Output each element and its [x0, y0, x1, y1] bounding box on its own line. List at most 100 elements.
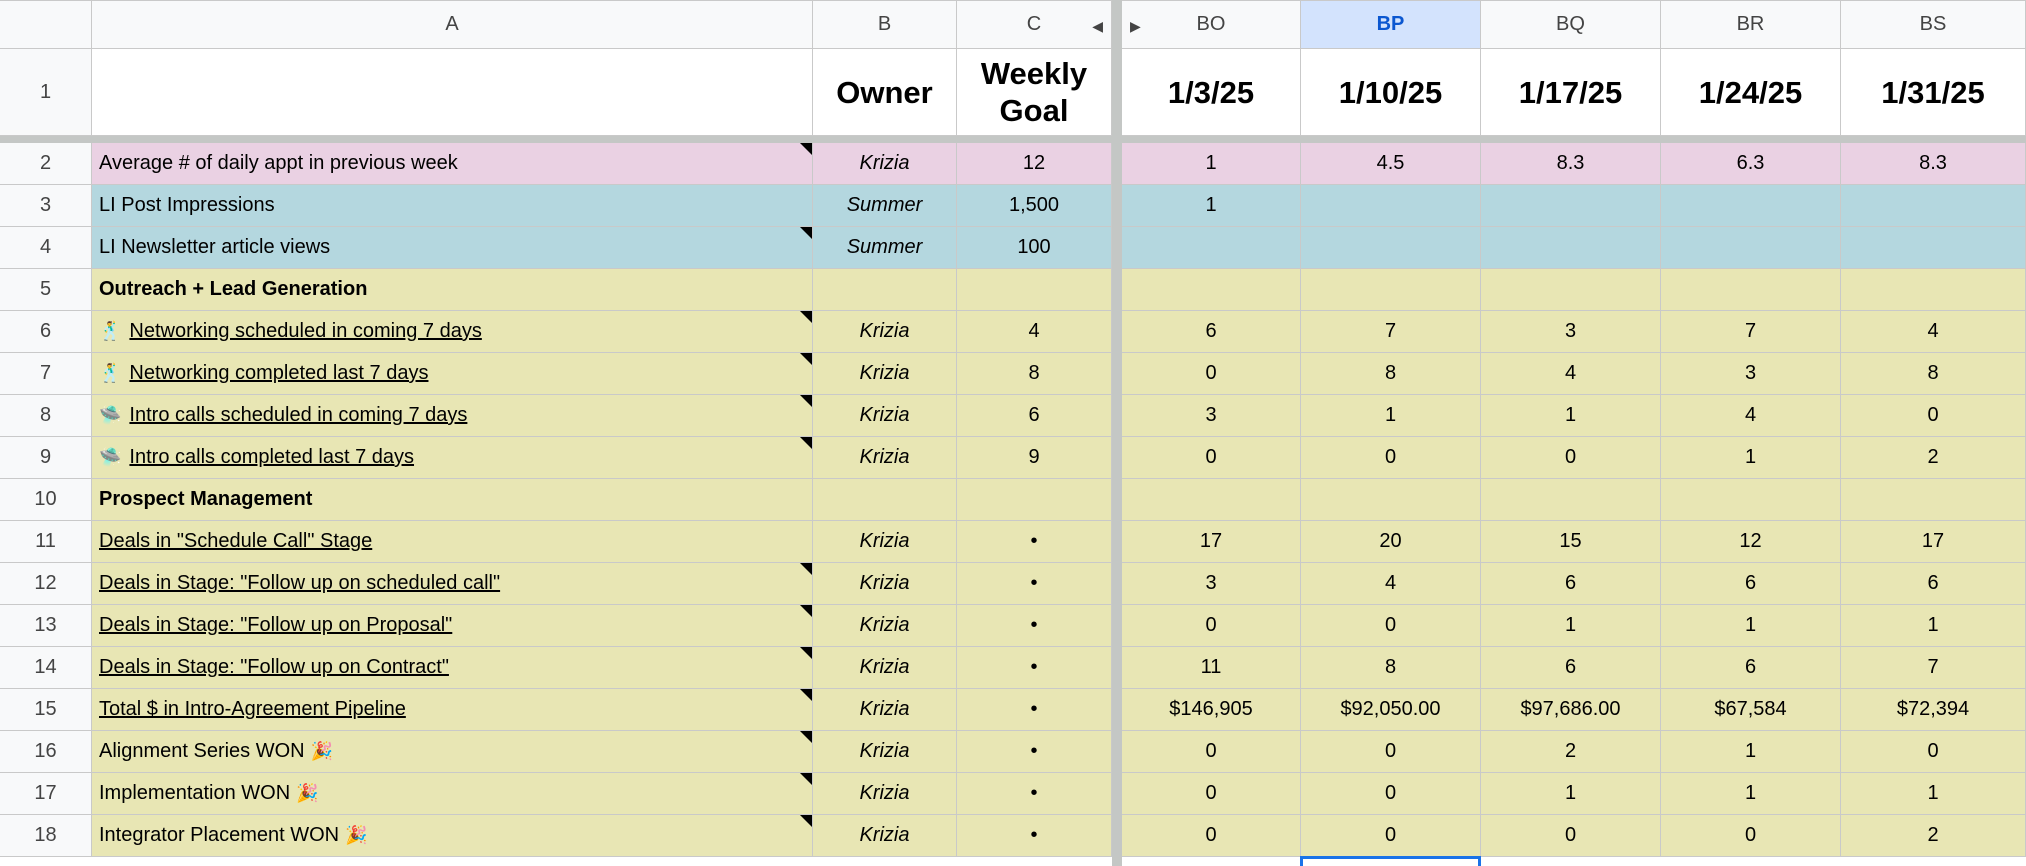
row-number[interactable]: 7 — [0, 353, 92, 395]
spreadsheet-grid[interactable]: A B C ◀ ▶ BO BP BQ BR BS 1 Owner Weekly Go… — [0, 0, 2026, 866]
week-value-cell[interactable]: 3 — [1122, 563, 1301, 605]
row-number[interactable]: 1 — [0, 49, 92, 136]
week-value-cell[interactable]: 1 — [1481, 605, 1661, 647]
week-value-cell[interactable]: 7 — [1301, 311, 1481, 353]
column-header-br[interactable]: BR — [1661, 0, 1841, 49]
metric-cell[interactable]: Integrator Placement WON 🎉 — [92, 815, 813, 857]
week-value-cell[interactable] — [1841, 227, 2026, 269]
metric-cell[interactable]: Total $ in Intro-Agreement Pipeline — [92, 689, 813, 731]
column-header-bp[interactable]: BP — [1301, 0, 1481, 49]
week-value-cell[interactable]: 0 — [1481, 437, 1661, 479]
week-value-cell[interactable] — [1661, 185, 1841, 227]
metric-cell[interactable]: Deals in Stage: "Follow up on Proposal" — [92, 605, 813, 647]
row-number[interactable]: 17 — [0, 773, 92, 815]
week-value-cell[interactable]: 3 — [1661, 353, 1841, 395]
week-value-cell[interactable]: 6 — [1481, 647, 1661, 689]
week-value-cell[interactable]: 8.3 — [1841, 143, 2026, 185]
owner-cell[interactable]: Krizia — [813, 353, 957, 395]
week-value-cell[interactable]: 20 — [1301, 521, 1481, 563]
week-value-cell[interactable]: 0 — [1122, 437, 1301, 479]
owner-cell[interactable]: Krizia — [813, 395, 957, 437]
frozen-column-divider[interactable] — [1112, 0, 1122, 866]
owner-cell[interactable]: Krizia — [813, 143, 957, 185]
week-value-cell[interactable]: 0 — [1301, 815, 1481, 857]
week-value-cell[interactable]: 8.3 — [1481, 143, 1661, 185]
metric-cell[interactable]: 🛸 Intro calls completed last 7 days — [92, 437, 813, 479]
owner-cell[interactable]: Krizia — [813, 773, 957, 815]
week-value-cell[interactable]: 17 — [1841, 521, 2026, 563]
select-all-corner[interactable] — [0, 0, 92, 49]
week-value-cell[interactable]: $146,905 — [1122, 689, 1301, 731]
week-value-cell[interactable] — [1481, 185, 1661, 227]
metric-cell[interactable]: Average # of daily appt in previous week — [92, 143, 813, 185]
week-value-cell[interactable] — [1481, 479, 1661, 521]
metric-label[interactable]: Deals in Stage: "Follow up on Contract" — [99, 656, 449, 679]
weekly-goal-cell[interactable]: • — [957, 563, 1112, 605]
week-value-cell[interactable]: 3 — [1122, 395, 1301, 437]
week-value-cell[interactable]: 7 — [1841, 647, 2026, 689]
week-value-cell[interactable]: 1 — [1841, 605, 2026, 647]
week-value-cell[interactable] — [1661, 479, 1841, 521]
weekly-goal-cell[interactable]: 6 — [957, 395, 1112, 437]
week-value-cell[interactable]: 1 — [1661, 731, 1841, 773]
week-value-cell[interactable]: 1 — [1661, 437, 1841, 479]
owner-cell[interactable]: Summer — [813, 227, 957, 269]
weekly-goal-cell[interactable]: • — [957, 773, 1112, 815]
metric-cell[interactable]: Deals in Stage: "Follow up on Contract" — [92, 647, 813, 689]
week-value-cell[interactable] — [1122, 227, 1301, 269]
metric-cell[interactable]: Alignment Series WON 🎉 — [92, 731, 813, 773]
week-value-cell[interactable]: 6 — [1122, 311, 1301, 353]
weekly-goal-cell[interactable]: • — [957, 605, 1112, 647]
row-number[interactable]: 15 — [0, 689, 92, 731]
weekly-goal-cell[interactable]: 1,500 — [957, 185, 1112, 227]
week-value-cell[interactable]: 15 — [1481, 521, 1661, 563]
weekly-goal-cell[interactable]: • — [957, 689, 1112, 731]
column-header-bo[interactable]: ▶ BO — [1122, 0, 1301, 49]
week-value-cell[interactable]: 0 — [1301, 437, 1481, 479]
week-value-cell[interactable]: 1 — [1122, 143, 1301, 185]
metric-label[interactable]: Networking scheduled in coming 7 days — [129, 320, 481, 343]
week-value-cell[interactable] — [1841, 269, 2026, 311]
week-value-cell[interactable]: 4 — [1661, 395, 1841, 437]
metric-cell[interactable]: Deals in Stage: "Follow up on scheduled … — [92, 563, 813, 605]
cell-date-header[interactable]: 1/10/25 — [1301, 49, 1481, 136]
week-value-cell[interactable] — [1661, 269, 1841, 311]
metric-label[interactable]: Intro calls scheduled in coming 7 days — [129, 404, 467, 427]
weekly-goal-cell[interactable]: • — [957, 815, 1112, 857]
metric-cell[interactable]: 🕺 Networking scheduled in coming 7 days — [92, 311, 813, 353]
metric-label[interactable]: Intro calls completed last 7 days — [129, 446, 414, 469]
weekly-goal-cell[interactable]: • — [957, 521, 1112, 563]
row-number[interactable]: 10 — [0, 479, 92, 521]
cell-a1[interactable] — [92, 49, 813, 136]
cell-date-header[interactable]: 1/17/25 — [1481, 49, 1661, 136]
cell-weekly-goal-header[interactable]: Weekly Goal — [957, 49, 1112, 136]
week-value-cell[interactable] — [1122, 269, 1301, 311]
week-value-cell[interactable]: 0 — [1301, 731, 1481, 773]
weekly-goal-cell[interactable] — [957, 479, 1112, 521]
week-value-cell[interactable]: 0 — [1841, 395, 2026, 437]
week-value-cell[interactable]: 6 — [1661, 647, 1841, 689]
week-value-cell[interactable]: 1 — [1661, 605, 1841, 647]
week-value-cell[interactable]: 0 — [1481, 815, 1661, 857]
week-value-cell[interactable]: 11 — [1122, 647, 1301, 689]
week-value-cell[interactable]: 8 — [1841, 353, 2026, 395]
week-value-cell[interactable]: $92,050.00 — [1301, 689, 1481, 731]
row-number[interactable]: 2 — [0, 143, 92, 185]
week-value-cell[interactable]: 2 — [1481, 731, 1661, 773]
week-value-cell[interactable] — [1841, 479, 2026, 521]
metric-cell[interactable]: Implementation WON 🎉 — [92, 773, 813, 815]
metric-cell[interactable]: Outreach + Lead Generation — [92, 269, 813, 311]
week-value-cell[interactable]: 1 — [1481, 395, 1661, 437]
week-value-cell[interactable]: 0 — [1841, 731, 2026, 773]
owner-cell[interactable]: Krizia — [813, 437, 957, 479]
metric-cell[interactable]: 🕺 Networking completed last 7 days — [92, 353, 813, 395]
row-number[interactable]: 18 — [0, 815, 92, 857]
frozen-row-divider[interactable] — [0, 136, 2026, 143]
week-value-cell[interactable]: 2 — [1841, 815, 2026, 857]
week-value-cell[interactable] — [1301, 185, 1481, 227]
scroll-right-arrow-icon[interactable]: ▶ — [1130, 18, 1141, 35]
week-value-cell[interactable]: 6 — [1661, 563, 1841, 605]
week-value-cell[interactable] — [1841, 185, 2026, 227]
week-value-cell[interactable]: 0 — [1301, 773, 1481, 815]
week-value-cell[interactable]: $67,584 — [1661, 689, 1841, 731]
